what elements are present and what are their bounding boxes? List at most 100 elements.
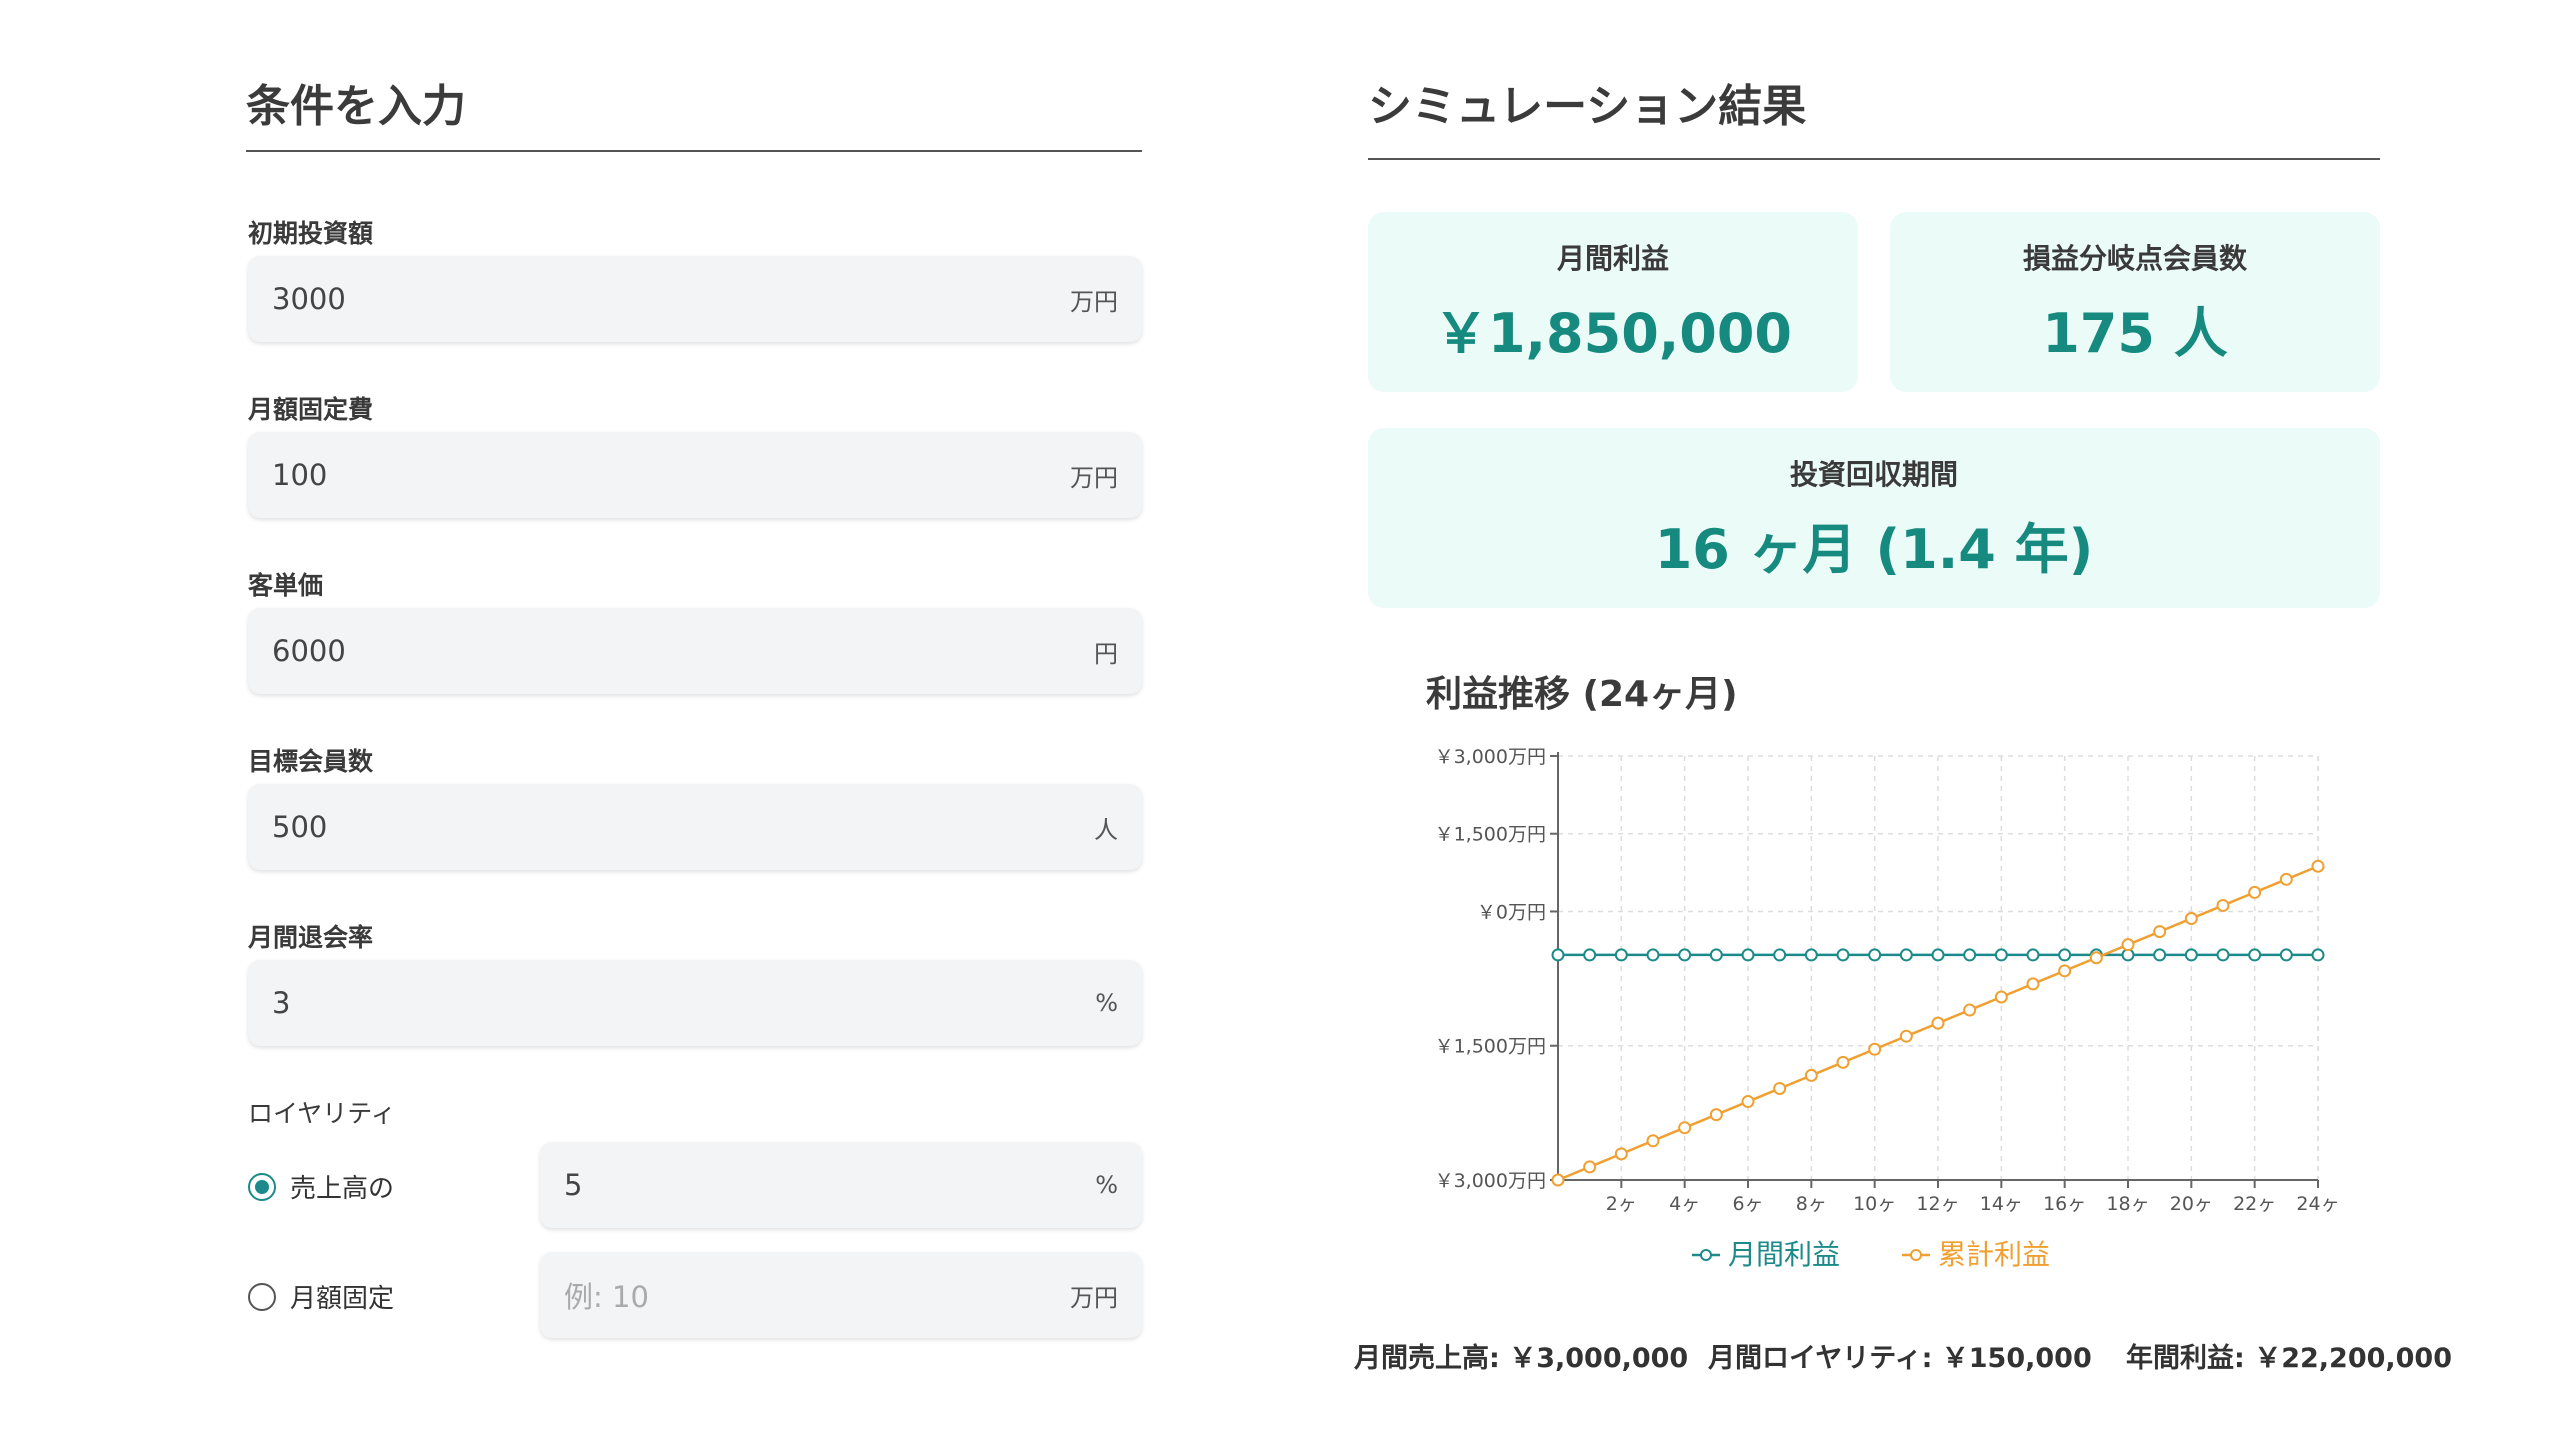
monthly-profit-card: 月間利益 ￥1,850,000	[1368, 212, 1858, 392]
churn-rate-input[interactable]: 3 %	[248, 960, 1142, 1046]
series-1-point	[1994, 948, 2008, 962]
x-tick-label: 14ヶ	[1980, 1193, 2023, 1215]
x-tick-label: 2ヶ	[1606, 1193, 1637, 1215]
payback-card: 投資回収期間 16 ヶ月 (1.4 年)	[1368, 428, 2380, 608]
series-1-point	[2153, 948, 2167, 962]
x-tick-label: 8ヶ	[1796, 1193, 1827, 1215]
series-1-point	[2311, 948, 2325, 962]
series-2-point	[1836, 1055, 1850, 1069]
churn-rate-label: 月間退会率	[248, 923, 374, 952]
series-1-point	[1741, 948, 1755, 962]
monthly-fixed-cost-value: 100	[272, 458, 328, 492]
series-2-point	[2058, 964, 2072, 978]
profit-chart: ￥3,000万円 ￥1,500万円 ￥0万円 ￥1,500万円 ￥3,000万円 2ヶ 4ヶ…	[1435, 746, 2340, 1271]
series-1-point	[1773, 948, 1787, 962]
royalty-fixed-label: 月額固定	[290, 1284, 395, 1314]
churn-rate-value: 3	[272, 986, 291, 1020]
royalty-percent-radio[interactable]	[248, 1172, 276, 1201]
x-tick-label: 24ヶ	[2296, 1193, 2339, 1215]
input-section-title: 条件を入力	[246, 81, 466, 132]
royalty-fixed-option[interactable]: 月額固定	[248, 1278, 394, 1315]
royalty-percent-value: 5	[564, 1168, 583, 1202]
input-section-divider	[246, 150, 1142, 152]
x-tick-label: 16ヶ	[2043, 1193, 2086, 1215]
royalty-percent-option[interactable]: 売上高の	[248, 1168, 394, 1205]
legend-label: 累計利益	[1938, 1238, 2050, 1271]
royalty-percent-input[interactable]: 5 %	[540, 1142, 1142, 1228]
series-1-point	[1868, 948, 1882, 962]
series-1-point	[2058, 948, 2072, 962]
series-2-point	[1646, 1134, 1660, 1148]
series-1-point	[2248, 948, 2262, 962]
series-1-point	[1551, 948, 1565, 962]
series-2-point	[1773, 1081, 1787, 1095]
monthly-fixed-cost-label: 月額固定費	[248, 395, 374, 424]
breakeven-card: 損益分岐点会員数 175 人	[1890, 212, 2380, 392]
series-2-point	[2279, 872, 2293, 886]
target-members-value: 500	[272, 810, 328, 844]
y-tick-label: ￥1,500万円	[1435, 1036, 1546, 1058]
summary-annual: 年間利益: ￥22,200,000	[2126, 1343, 2453, 1374]
unit-price-input[interactable]: 6000 円	[248, 608, 1142, 694]
payback-label: 投資回収期間	[1789, 457, 1958, 491]
legend-marker	[1700, 1249, 1712, 1261]
series-1-point	[2216, 948, 2230, 962]
royalty-fixed-input[interactable]: 例: 10 万円	[540, 1252, 1142, 1338]
monthly-profit-label: 月間利益	[1556, 241, 1669, 275]
x-tick-label: 20ヶ	[2170, 1193, 2213, 1215]
legend-label: 月間利益	[1728, 1238, 1840, 1271]
series-2-point	[1741, 1095, 1755, 1109]
unit-price-value: 6000	[272, 634, 346, 668]
initial-investment-unit: 万円	[1070, 287, 1118, 316]
royalty-percent-unit: %	[1095, 1171, 1118, 1199]
series-2-point	[1931, 1016, 1945, 1030]
payback-value: 16 ヶ月 (1.4 年)	[1654, 517, 2094, 581]
breakeven-value: 175 人	[2042, 301, 2228, 365]
series-1-point	[1804, 948, 1818, 962]
breakeven-label: 損益分岐点会員数	[2022, 241, 2247, 275]
royalty-percent-label: 売上高の	[290, 1174, 395, 1204]
legend-marker	[1910, 1249, 1922, 1261]
series-1-point	[1583, 948, 1597, 962]
series-2-point	[2026, 977, 2040, 991]
x-tick-label: 10ヶ	[1853, 1193, 1896, 1215]
series-2-point	[1804, 1068, 1818, 1082]
series-1-point	[1614, 948, 1628, 962]
series-1-point	[2279, 948, 2293, 962]
result-section-title: シミュレーション結果	[1368, 81, 1807, 132]
monthly-fixed-cost-input[interactable]: 100 万円	[248, 432, 1142, 518]
royalty-label: ロイヤリティ	[248, 1099, 396, 1128]
series-1-point	[1646, 948, 1660, 962]
series-2-point	[1583, 1160, 1597, 1174]
series-2-point	[2184, 912, 2198, 926]
series-2-point	[1678, 1121, 1692, 1135]
series-2-point	[2089, 951, 2103, 965]
series-2-point	[1994, 990, 2008, 1004]
series-2-point	[1899, 1029, 1913, 1043]
y-tick-label: ￥3,000万円	[1435, 746, 1546, 768]
x-tick-label: 22ヶ	[2233, 1193, 2276, 1215]
series-1-point	[1899, 948, 1913, 962]
y-tick-label: ￥3,000万円	[1435, 1170, 1546, 1192]
series-2-point	[1614, 1147, 1628, 1161]
x-tick-label: 6ヶ	[1732, 1193, 1763, 1215]
series-2-point	[1551, 1173, 1565, 1187]
series-2-point	[2248, 885, 2262, 899]
series-2-point	[2216, 898, 2230, 912]
monthly-profit-value: ￥1,850,000	[1433, 301, 1793, 365]
x-tick-label: 12ヶ	[1916, 1193, 1959, 1215]
series-2-point	[1868, 1042, 1882, 1056]
initial-investment-value: 3000	[272, 282, 346, 316]
series-1-point	[1963, 948, 1977, 962]
target-members-unit: 人	[1094, 815, 1118, 844]
series-1-point	[2026, 948, 2040, 962]
initial-investment-input[interactable]: 3000 万円	[248, 256, 1142, 342]
summary-royalty: 月間ロイヤリティ: ￥150,000	[1708, 1343, 2092, 1374]
royalty-fixed-radio[interactable]	[248, 1282, 276, 1311]
series-1-point	[1678, 948, 1692, 962]
series-2-point	[2121, 938, 2135, 952]
series-2-point	[1709, 1108, 1723, 1122]
target-members-input[interactable]: 500 人	[248, 784, 1142, 870]
series-2-point	[2153, 925, 2167, 939]
x-tick-label: 18ヶ	[2106, 1193, 2149, 1215]
